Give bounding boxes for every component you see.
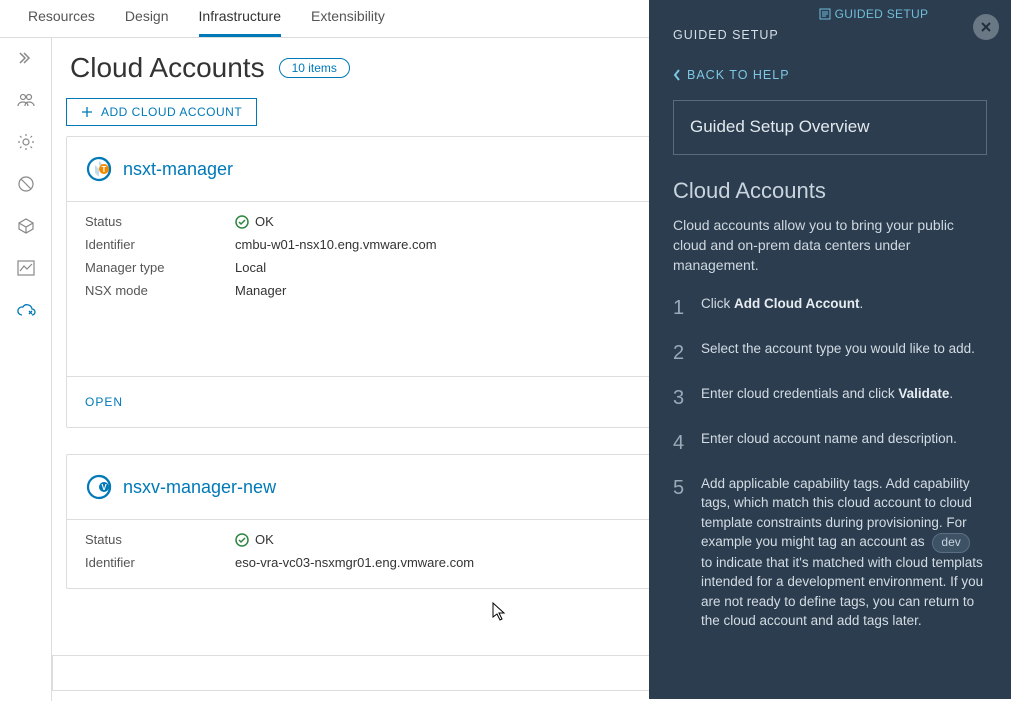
add-button-label: ADD CLOUD ACCOUNT	[101, 105, 242, 119]
open-link[interactable]: OPEN	[85, 395, 123, 409]
nsx-t-icon: T	[85, 155, 113, 183]
sidebar-item-users-icon[interactable]	[16, 90, 36, 110]
left-sidebar	[0, 38, 52, 701]
tab-resources[interactable]: Resources	[28, 8, 95, 37]
help-heading: Cloud Accounts	[673, 175, 987, 207]
items-count-pill: 10 items	[279, 58, 350, 78]
sidebar-item-chart-icon[interactable]	[16, 258, 36, 278]
field-label: Status	[85, 214, 235, 229]
field-value: Local	[235, 260, 266, 275]
ok-check-icon	[235, 533, 249, 547]
help-step: 5 Add applicable capability tags. Add ca…	[673, 474, 987, 631]
add-cloud-account-button[interactable]: ADD CLOUD ACCOUNT	[66, 98, 257, 126]
field-label: Manager type	[85, 260, 235, 275]
field-value: OK	[255, 214, 274, 229]
help-intro: Cloud accounts allow you to bring your p…	[673, 215, 987, 276]
back-to-help-link[interactable]: BACK TO HELP	[673, 66, 987, 84]
dev-tag-chip: dev	[932, 533, 969, 552]
help-step: 3 Enter cloud credentials and click Vali…	[673, 384, 987, 413]
sidebar-item-box-icon[interactable]	[16, 216, 36, 236]
page-title: Cloud Accounts	[70, 52, 265, 84]
help-step: 1 Click Add Cloud Account.	[673, 294, 987, 323]
help-step: 4 Enter cloud account name and descripti…	[673, 429, 987, 458]
tab-infrastructure[interactable]: Infrastructure	[199, 8, 281, 37]
nsx-v-icon: V	[85, 473, 113, 501]
plus-icon	[81, 106, 93, 118]
field-label: Status	[85, 532, 235, 547]
card-title-link[interactable]: nsxt-manager	[123, 159, 233, 180]
field-label: Identifier	[85, 237, 235, 252]
sidebar-item-deny-icon[interactable]	[16, 174, 36, 194]
chevron-left-icon	[673, 69, 681, 81]
field-value: Manager	[235, 283, 286, 298]
help-step: 2 Select the account type you would like…	[673, 339, 987, 368]
help-panel: GUIDED SETUP GUIDED SETUP BACK TO HELP G…	[649, 0, 1011, 699]
guided-setup-breadcrumb[interactable]: GUIDED SETUP	[819, 6, 928, 23]
field-label: Identifier	[85, 555, 235, 570]
close-help-button[interactable]	[973, 14, 999, 40]
tab-design[interactable]: Design	[125, 8, 169, 37]
close-icon	[980, 21, 992, 33]
svg-text:V: V	[101, 483, 107, 492]
ok-check-icon	[235, 215, 249, 229]
field-value: eso-vra-vc03-nsxmgr01.eng.vmware.com	[235, 555, 474, 570]
field-value: cmbu-w01-nsx10.eng.vmware.com	[235, 237, 437, 252]
tab-extensibility[interactable]: Extensibility	[311, 8, 385, 37]
overview-box[interactable]: Guided Setup Overview	[673, 100, 987, 155]
card-title-link[interactable]: nsxv-manager-new	[123, 477, 276, 498]
field-value: OK	[255, 532, 274, 547]
sidebar-item-cloud-icon[interactable]	[16, 300, 36, 320]
sidebar-item-settings-icon[interactable]	[16, 132, 36, 152]
svg-text:T: T	[102, 165, 107, 174]
field-label: NSX mode	[85, 283, 235, 298]
guided-setup-title: GUIDED SETUP	[673, 26, 987, 44]
sidebar-expand-icon[interactable]	[16, 48, 36, 68]
